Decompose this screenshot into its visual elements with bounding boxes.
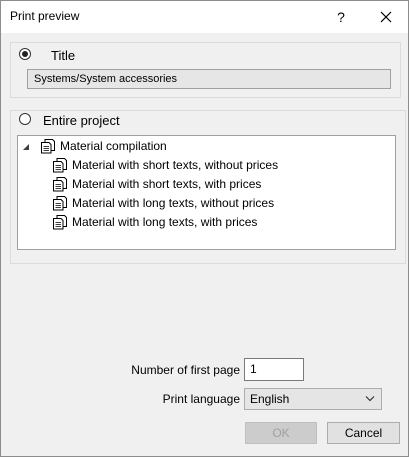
documents-icon	[53, 177, 67, 192]
tree-item-label: Material with short texts, with prices	[72, 177, 262, 191]
entire-project-radio[interactable]	[19, 113, 31, 125]
entire-project-radio-label[interactable]: Entire project	[43, 113, 120, 128]
tree-root-label: Material compilation	[60, 139, 167, 153]
print-language-label: Print language	[162, 392, 240, 406]
dialog-title: Print preview	[10, 9, 80, 23]
documents-icon	[41, 139, 55, 154]
title-radio[interactable]	[19, 48, 31, 60]
chevron-down-icon	[365, 396, 375, 402]
close-icon	[380, 11, 392, 23]
first-page-input[interactable]: 1	[244, 358, 304, 381]
first-page-label: Number of first page	[131, 363, 240, 377]
help-button[interactable]: ?	[323, 1, 359, 33]
title-bar: Print preview ?	[1, 1, 408, 33]
title-radio-label[interactable]: Title	[51, 48, 75, 63]
documents-icon	[53, 196, 67, 211]
tree-item-label: Material with long texts, with prices	[72, 215, 258, 229]
title-value-field: Systems/System accessories	[27, 69, 391, 89]
print-language-value: English	[250, 392, 290, 406]
ok-button[interactable]: OK	[245, 422, 317, 444]
expand-arrow-icon[interactable]	[22, 143, 30, 151]
documents-icon	[53, 158, 67, 173]
tree-item-label: Material with long texts, without prices	[72, 196, 275, 210]
print-language-select[interactable]: English	[244, 388, 382, 410]
close-button[interactable]	[364, 1, 408, 33]
tree-item-label: Material with short texts, without price…	[72, 158, 279, 172]
cancel-button[interactable]: Cancel	[327, 422, 400, 444]
print-preview-dialog: Print preview ? Title Systems/System acc…	[0, 0, 409, 457]
documents-icon	[53, 215, 67, 230]
